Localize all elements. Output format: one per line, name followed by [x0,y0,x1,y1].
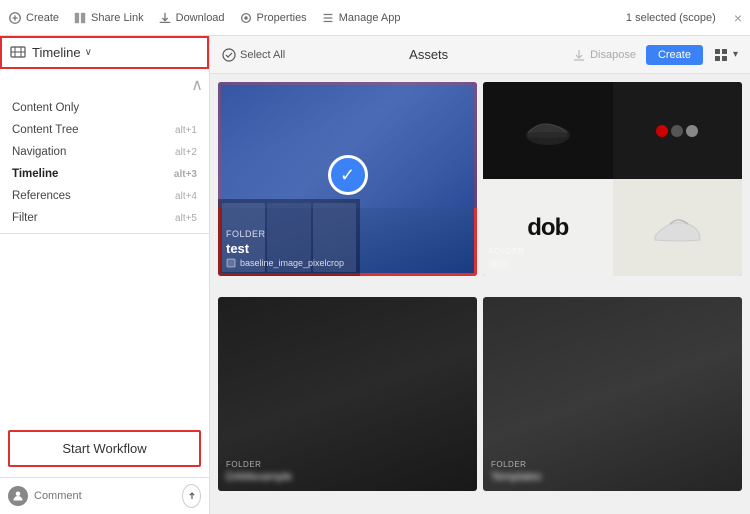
menu-item-content-tree[interactable]: Content Tree alt+1 [0,119,209,141]
comment-input[interactable] [34,490,176,502]
asset-card-test[interactable]: ✓ FOLDER test baseline_image_pixelcrop [218,82,477,276]
menu-item-filter[interactable]: Filter alt+5 [0,207,209,229]
chevron-down-icon: ∨ [85,47,92,58]
properties-btn[interactable]: Properties [239,11,307,25]
assets-header: Select All Assets Disapose Create ▾ [210,36,750,74]
menu-item-timeline[interactable]: Timeline alt+3 [0,163,209,185]
select-all-icon [222,48,236,62]
asset-card-templates[interactable]: FOLDER Templates [483,297,742,491]
sidebar: Timeline ∨ ∧ Content Only Content Tree a… [0,36,210,514]
selected-checkmark: ✓ [328,155,368,195]
grid-view-icon [713,47,729,63]
folder-name-test: test [226,241,469,256]
send-icon [186,490,198,502]
toolbar: Create Share Link Download Properties Ma… [0,0,750,36]
share-link-btn[interactable]: Share Link [73,11,144,25]
send-comment-button[interactable] [182,484,201,508]
folder-tag-example: FOLDER [226,460,469,469]
folder-tag-templates: FOLDER [491,460,734,469]
asset-card-dob[interactable]: dob FOLDER dob [483,82,742,276]
start-workflow-button[interactable]: Start Workflow [8,430,201,467]
asset-card-example[interactable]: FOLDER DAMexample [218,297,477,491]
menu-item-references[interactable]: References alt+4 [0,185,209,207]
download-assets-btn[interactable]: Disapose [572,48,636,62]
content-area: Select All Assets Disapose Create ▾ [210,36,750,514]
menu-item-navigation[interactable]: Navigation alt+2 [0,141,209,163]
folder-tag-test: FOLDER [226,229,469,239]
manage-app-btn[interactable]: Manage App [321,11,401,25]
folder-file-test: baseline_image_pixelcrop [226,258,469,268]
download-icon [572,48,586,62]
shoe-side-icon [650,208,705,248]
selected-label: 1 selected (scope) [626,12,716,24]
menu-item-content-only[interactable]: Content Only [0,97,209,119]
sidebar-timeline-header[interactable]: Timeline ∨ [0,36,209,69]
shoe-detail-quad [613,82,743,179]
shoe-icon [523,113,573,148]
view-dropdown-arrow[interactable]: ▾ [733,49,738,60]
folder-name-example: DAMexample [226,471,469,483]
create-asset-button[interactable]: Create [646,45,703,65]
main-container: Timeline ∨ ∧ Content Only Content Tree a… [0,36,750,514]
select-all-btn[interactable]: Select All [222,48,285,62]
folder-name-templates: Templates [491,471,734,483]
shoe-image-quad [613,179,743,276]
create-toolbar-btn[interactable]: Create [8,11,59,25]
download-toolbar-btn[interactable]: Download [158,11,225,25]
view-toggle-btn[interactable]: ▾ [713,47,738,63]
assets-grid: ✓ FOLDER test baseline_image_pixelcrop [210,74,750,514]
shoe-dark-quad [483,82,613,179]
sidebar-dropdown-menu: ∧ Content Only Content Tree alt+1 Naviga… [0,69,209,234]
image-file-icon [226,258,236,268]
timeline-icon [10,44,26,60]
shoe-text-quad: dob [483,179,613,276]
close-selection-btn[interactable]: × [734,10,742,26]
sidebar-header-label: Timeline [32,45,81,60]
assets-title: Assets [295,47,562,62]
user-avatar [8,486,28,506]
scroll-up-icon[interactable]: ∧ [191,75,203,95]
comment-bar [0,477,209,514]
